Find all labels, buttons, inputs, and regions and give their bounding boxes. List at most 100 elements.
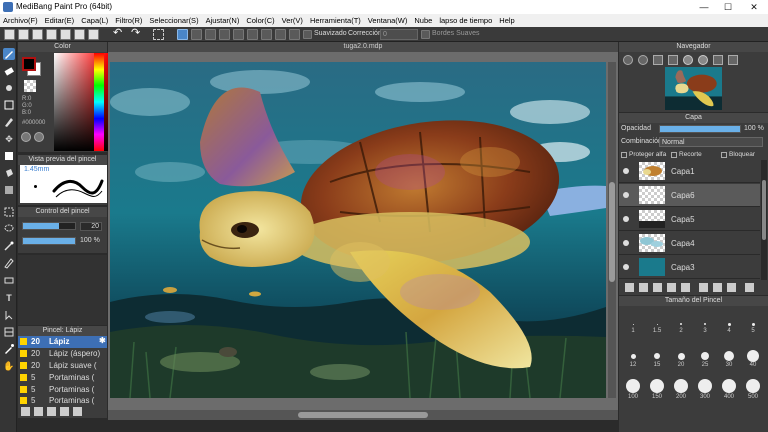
flip-icon[interactable]: [713, 55, 723, 65]
divide-tool-icon[interactable]: [3, 326, 15, 338]
correccion-select[interactable]: 0: [380, 29, 418, 40]
brush-size-option[interactable]: [650, 379, 664, 393]
lasso-tool-icon[interactable]: [3, 223, 15, 235]
cloud-brush-icon[interactable]: [21, 407, 30, 416]
menu-seleccionar[interactable]: Seleccionar(S): [149, 16, 198, 25]
layer-opacity-slider[interactable]: [659, 125, 741, 133]
document-tab[interactable]: tuga2.0.mdp: [108, 42, 618, 52]
layer-row[interactable]: Capa1: [619, 160, 760, 183]
protect-alpha-checkbox[interactable]: [621, 152, 627, 158]
reset-view-icon[interactable]: [728, 55, 738, 65]
circle-snap-icon[interactable]: [233, 29, 244, 40]
active-color-swatch[interactable]: [22, 57, 36, 71]
gear-icon[interactable]: ✱: [99, 336, 106, 345]
brush-size-option[interactable]: [747, 350, 759, 362]
new-layer-icon[interactable]: [625, 283, 634, 292]
brush-size-option[interactable]: [654, 353, 660, 359]
menu-color[interactable]: Color(C): [246, 16, 274, 25]
layer-row[interactable]: Capa6: [619, 184, 760, 207]
view-icon[interactable]: [46, 29, 57, 40]
new-8bit-layer-icon[interactable]: [653, 283, 662, 292]
duplicate-layer-icon[interactable]: [699, 283, 708, 292]
menu-ventana[interactable]: Ventana(W): [368, 16, 408, 25]
brush-size-option[interactable]: [698, 379, 712, 393]
menu-lapso[interactable]: lapso de tiempo: [439, 16, 492, 25]
eyedropper-tool-icon[interactable]: [3, 343, 15, 355]
layer-settings-icon[interactable]: [727, 283, 736, 292]
layer-scrollbar[interactable]: [761, 160, 767, 280]
menu-ajustar[interactable]: Ajustar(N): [206, 16, 240, 25]
cross-snap-icon[interactable]: [205, 29, 216, 40]
rotate-right-icon[interactable]: [698, 55, 708, 65]
select-tool-icon[interactable]: [3, 206, 15, 218]
move-tool-icon[interactable]: ✥: [3, 133, 15, 145]
select-eraser-tool-icon[interactable]: [3, 274, 15, 286]
no-snap-icon[interactable]: [177, 29, 188, 40]
undo-icon[interactable]: ↶: [113, 28, 124, 40]
zoom-in-icon[interactable]: [623, 55, 633, 65]
dot-tool-icon[interactable]: [3, 82, 15, 94]
settings-icon[interactable]: [289, 29, 300, 40]
new-halftone-layer-icon[interactable]: [639, 283, 648, 292]
shape-tool-icon[interactable]: [3, 150, 15, 162]
brush-size-option[interactable]: [746, 379, 760, 393]
menu-help[interactable]: Help: [499, 16, 514, 25]
save-icon[interactable]: [18, 29, 29, 40]
eraser-tool-icon[interactable]: [3, 65, 15, 77]
brush-item[interactable]: 5 Portaminas (: [18, 384, 107, 396]
hue-slider[interactable]: [94, 53, 104, 151]
new-folder-icon[interactable]: [681, 283, 690, 292]
text-tool-icon[interactable]: T: [3, 292, 15, 304]
menu-archivo[interactable]: Archivo(F): [3, 16, 38, 25]
menu-nube[interactable]: Nube: [414, 16, 432, 25]
brush-size-option[interactable]: [626, 379, 640, 393]
trash-icon[interactable]: [745, 283, 754, 292]
bucket-tool-icon[interactable]: [3, 167, 15, 179]
hand-tool-icon[interactable]: ✋: [3, 360, 15, 372]
menu-ver[interactable]: Ver(V): [282, 16, 303, 25]
layer-row[interactable]: Capa4: [619, 232, 760, 255]
brush-item[interactable]: 20 Lápiz ✱: [18, 336, 107, 348]
blend-mode-select[interactable]: Normal: [659, 137, 763, 147]
color-wheel-icon[interactable]: [21, 132, 31, 142]
minimize-button[interactable]: —: [692, 0, 716, 14]
rectangle-tool-icon[interactable]: [3, 99, 15, 111]
eye-icon[interactable]: [623, 216, 629, 222]
navigator-thumbnail[interactable]: [665, 67, 722, 110]
select-area-icon[interactable]: [153, 29, 164, 40]
new-1bit-layer-icon[interactable]: [667, 283, 676, 292]
parallel-snap-icon[interactable]: [191, 29, 202, 40]
brush-size-option[interactable]: [630, 353, 636, 359]
maximize-button[interactable]: ☐: [716, 0, 740, 14]
radial-snap-icon[interactable]: [219, 29, 230, 40]
pen-tool-icon[interactable]: [3, 116, 15, 128]
folder-icon[interactable]: [73, 407, 82, 416]
artwork-canvas[interactable]: [110, 62, 606, 398]
vertical-scroll-thumb[interactable]: [609, 182, 615, 282]
grid-snap-icon[interactable]: [261, 29, 272, 40]
brush-size-value[interactable]: 20: [80, 222, 102, 231]
curve-snap-icon[interactable]: [275, 29, 286, 40]
brush-size-option[interactable]: [680, 323, 682, 325]
brush-size-option[interactable]: [724, 351, 734, 361]
brush-opacity-slider[interactable]: [22, 237, 76, 245]
eye-icon[interactable]: [623, 240, 629, 246]
menu-editar[interactable]: Editar(E): [45, 16, 75, 25]
menu-filtro[interactable]: Filtro(R): [115, 16, 142, 25]
magic-wand-tool-icon[interactable]: [3, 240, 15, 252]
gradient-tool-icon[interactable]: [3, 184, 15, 196]
eye-icon[interactable]: [623, 168, 629, 174]
brush-settings-icon[interactable]: [47, 407, 56, 416]
comment-icon[interactable]: [32, 29, 43, 40]
redo-icon[interactable]: ↷: [131, 28, 142, 40]
copy-brush-icon[interactable]: [60, 407, 69, 416]
brush-tool-icon[interactable]: [3, 48, 15, 60]
brush-item[interactable]: 20 Lápiz (áspero): [18, 348, 107, 360]
brush-size-option[interactable]: [674, 379, 688, 393]
zoom-out-icon[interactable]: [638, 55, 648, 65]
select-pen-tool-icon[interactable]: [3, 257, 15, 269]
panel-icon[interactable]: [74, 29, 85, 40]
bordes-suaves-checkbox[interactable]: [421, 30, 430, 39]
menu-capa[interactable]: Capa(L): [81, 16, 108, 25]
brush-item[interactable]: 5 Portaminas (: [18, 395, 107, 405]
